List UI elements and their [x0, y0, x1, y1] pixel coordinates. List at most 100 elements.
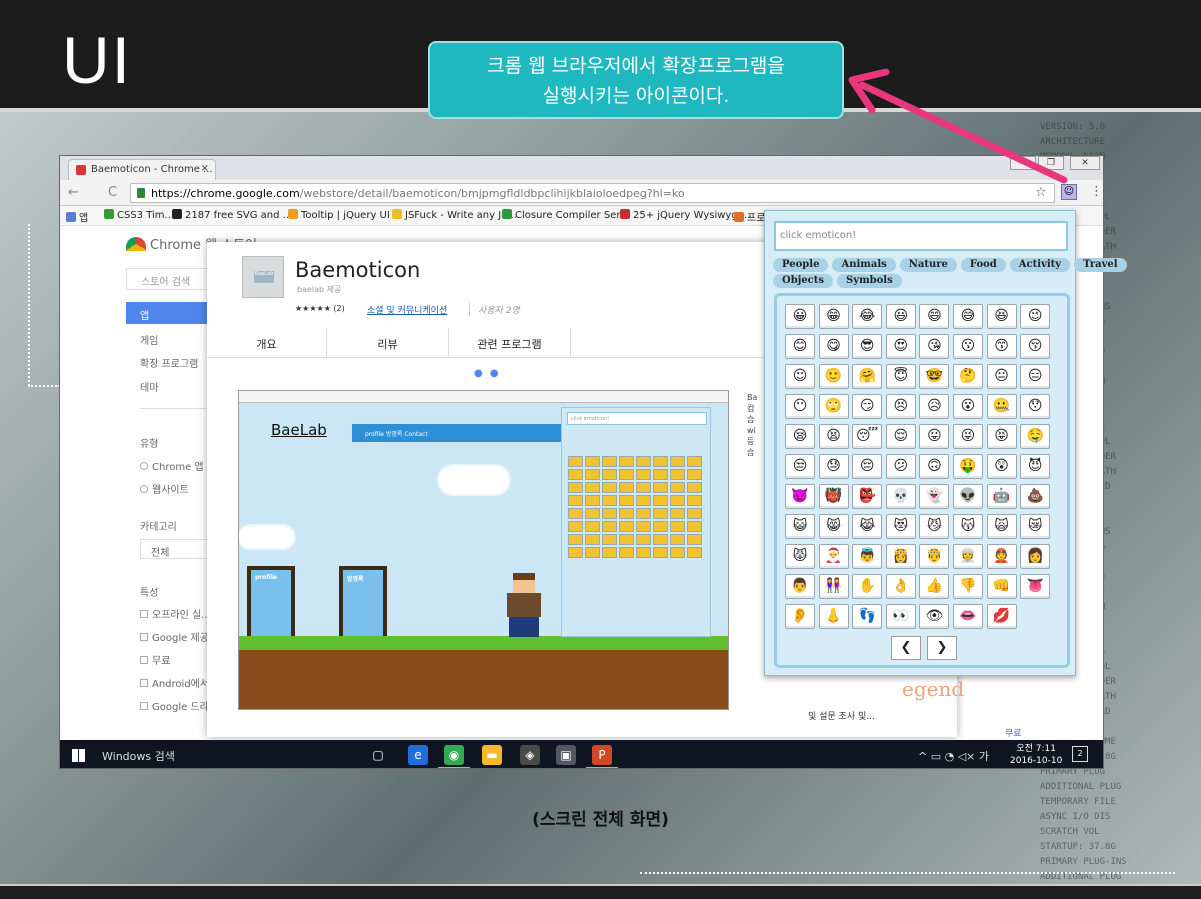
- emoticon-button[interactable]: 😙: [986, 334, 1017, 359]
- bookmark-item[interactable]: 25+ jQuery Wysiwyg ...: [620, 209, 750, 221]
- emoticon-button[interactable]: 👿: [785, 484, 815, 509]
- emoticon-button[interactable]: 😘: [919, 334, 950, 359]
- taskbar-app-icon[interactable]: ◉: [444, 745, 464, 765]
- emoticon-button[interactable]: 👽: [952, 484, 983, 509]
- emoticon-button[interactable]: 👊: [986, 574, 1017, 599]
- baemoticon-extension-icon[interactable]: ☺: [1061, 184, 1077, 200]
- emoticon-button[interactable]: 😪: [785, 424, 815, 449]
- feature-free[interactable]: 무료: [140, 652, 170, 667]
- emoticon-button[interactable]: 😎: [852, 334, 883, 359]
- category-chip[interactable]: Animals: [832, 258, 896, 272]
- carousel-dots[interactable]: ● ●: [474, 368, 501, 379]
- emoticon-button[interactable]: 👭: [818, 574, 849, 599]
- emoticon-button[interactable]: 😊: [785, 334, 815, 359]
- emoticon-button[interactable]: ☺: [785, 364, 815, 389]
- tab-overview[interactable]: 개요: [207, 328, 327, 358]
- emoticon-button[interactable]: 😹: [852, 514, 883, 539]
- store-search-input[interactable]: 스토어 검색: [126, 268, 216, 290]
- emoticon-button[interactable]: 😐: [986, 364, 1017, 389]
- type-website[interactable]: 웹사이트: [140, 481, 189, 496]
- emoticon-button[interactable]: 👻: [919, 484, 950, 509]
- taskbar-app-icon[interactable]: e: [408, 745, 428, 765]
- taskbar-app-icon[interactable]: ▢: [368, 745, 388, 765]
- emoticon-button[interactable]: 😆: [986, 304, 1017, 329]
- bookmark-item[interactable]: 프로: [734, 209, 765, 224]
- window-close-button[interactable]: ✕: [1070, 156, 1100, 170]
- emoticon-button[interactable]: 💩: [1020, 484, 1051, 509]
- emoticon-button[interactable]: 🎅: [818, 544, 849, 569]
- emoticon-button[interactable]: 👨: [785, 574, 815, 599]
- emoticon-button[interactable]: 🙂: [818, 364, 849, 389]
- windows-search-box[interactable]: Windows 검색: [102, 748, 175, 764]
- tab-close-icon[interactable]: ×: [201, 163, 209, 174]
- store-nav-games[interactable]: 게임: [140, 332, 158, 347]
- bookmark-item[interactable]: 앱: [66, 209, 88, 224]
- taskbar-clock[interactable]: 오전 7:11 2016-10-10: [1010, 743, 1062, 767]
- emoticon-button[interactable]: 😇: [885, 364, 916, 389]
- emoticon-button[interactable]: 😻: [885, 514, 916, 539]
- category-chip[interactable]: Nature: [899, 258, 957, 272]
- emoticon-button[interactable]: 💀: [885, 484, 916, 509]
- emoticon-input[interactable]: click emoticon!: [774, 221, 1068, 251]
- emoticon-button[interactable]: 🙄: [818, 394, 849, 419]
- emoticon-button[interactable]: 🤑: [952, 454, 983, 479]
- store-nav-themes[interactable]: 테마: [140, 379, 158, 394]
- category-chip[interactable]: Food: [960, 258, 1006, 272]
- system-tray[interactable]: ^ ▭ ◔ ◁× 가: [918, 748, 989, 764]
- emoticon-button[interactable]: 🙃: [919, 454, 950, 479]
- type-chrome-app[interactable]: Chrome 앱: [140, 458, 204, 473]
- emoticon-button[interactable]: 😔: [852, 454, 883, 479]
- survey-link[interactable]: 및 설문 조사 및...: [808, 709, 875, 722]
- bookmark-star-icon[interactable]: ☆: [1035, 185, 1047, 200]
- emoticon-button[interactable]: 😌: [885, 424, 916, 449]
- emoticon-button[interactable]: 🤴: [919, 544, 950, 569]
- bookmark-item[interactable]: JSFuck - Write any Ja...: [392, 209, 517, 221]
- prev-page-button[interactable]: ❮: [891, 636, 921, 660]
- category-chip[interactable]: Activity: [1009, 258, 1071, 272]
- emoticon-button[interactable]: 🙀: [986, 514, 1017, 539]
- emoticon-button[interactable]: 😍: [885, 334, 916, 359]
- emoticon-button[interactable]: 👁: [919, 604, 950, 629]
- next-page-button[interactable]: ❯: [927, 636, 957, 660]
- emoticon-button[interactable]: 😋: [818, 334, 849, 359]
- bookmark-item[interactable]: 2187 free SVG and ...: [172, 209, 292, 221]
- emoticon-button[interactable]: 😚: [1020, 334, 1051, 359]
- emoticon-button[interactable]: 😅: [952, 304, 983, 329]
- emoticon-button[interactable]: 👹: [818, 484, 849, 509]
- emoticon-button[interactable]: 👅: [1020, 574, 1051, 599]
- emoticon-button[interactable]: 😀: [785, 304, 815, 329]
- emoticon-button[interactable]: 😉: [1020, 304, 1051, 329]
- emoticon-button[interactable]: 👩: [1020, 544, 1051, 569]
- emoticon-button[interactable]: 👌: [885, 574, 916, 599]
- emoticon-button[interactable]: 👣: [852, 604, 883, 629]
- tab-reviews[interactable]: 리뷰: [327, 328, 449, 358]
- category-select[interactable]: 전체: [140, 539, 210, 559]
- windows-start-icon[interactable]: [72, 749, 85, 762]
- emoticon-button[interactable]: 😿: [1020, 514, 1051, 539]
- bookmark-item[interactable]: CSS3 Tim...: [104, 209, 174, 221]
- store-nav-apps[interactable]: 앱: [126, 302, 216, 324]
- emoticon-button[interactable]: 😁: [818, 304, 849, 329]
- emoticon-button[interactable]: ✋: [852, 574, 883, 599]
- emoticon-button[interactable]: 😈: [1020, 454, 1051, 479]
- emoticon-button[interactable]: 😛: [919, 424, 950, 449]
- emoticon-button[interactable]: 😽: [952, 514, 983, 539]
- emoticon-button[interactable]: 🤐: [986, 394, 1017, 419]
- taskbar-app-icon[interactable]: ▬: [482, 745, 502, 765]
- emoticon-button[interactable]: 💋: [986, 604, 1017, 629]
- taskbar-app-icon[interactable]: P: [592, 745, 612, 765]
- emoticon-button[interactable]: 😸: [818, 514, 849, 539]
- window-maximize-button[interactable]: ❐: [1038, 156, 1064, 170]
- emoticon-button[interactable]: 👺: [852, 484, 883, 509]
- category-chip[interactable]: People: [773, 258, 829, 272]
- emoticon-button[interactable]: 😯: [1020, 394, 1051, 419]
- browser-tab[interactable]: Baemoticon - Chrome ... ×: [68, 159, 216, 180]
- address-bar[interactable]: https://chrome.google.com/webstore/detai…: [130, 183, 1055, 203]
- bookmark-item[interactable]: Tooltip | jQuery UI: [288, 209, 390, 221]
- emoticon-button[interactable]: 🤔: [952, 364, 983, 389]
- emoticon-button[interactable]: 😾: [785, 544, 815, 569]
- app-category-link[interactable]: 소셜 및 커뮤니케이션: [367, 303, 447, 316]
- emoticon-button[interactable]: 😗: [952, 334, 983, 359]
- category-chip[interactable]: Objects: [773, 274, 834, 288]
- emoticon-button[interactable]: 😕: [885, 454, 916, 479]
